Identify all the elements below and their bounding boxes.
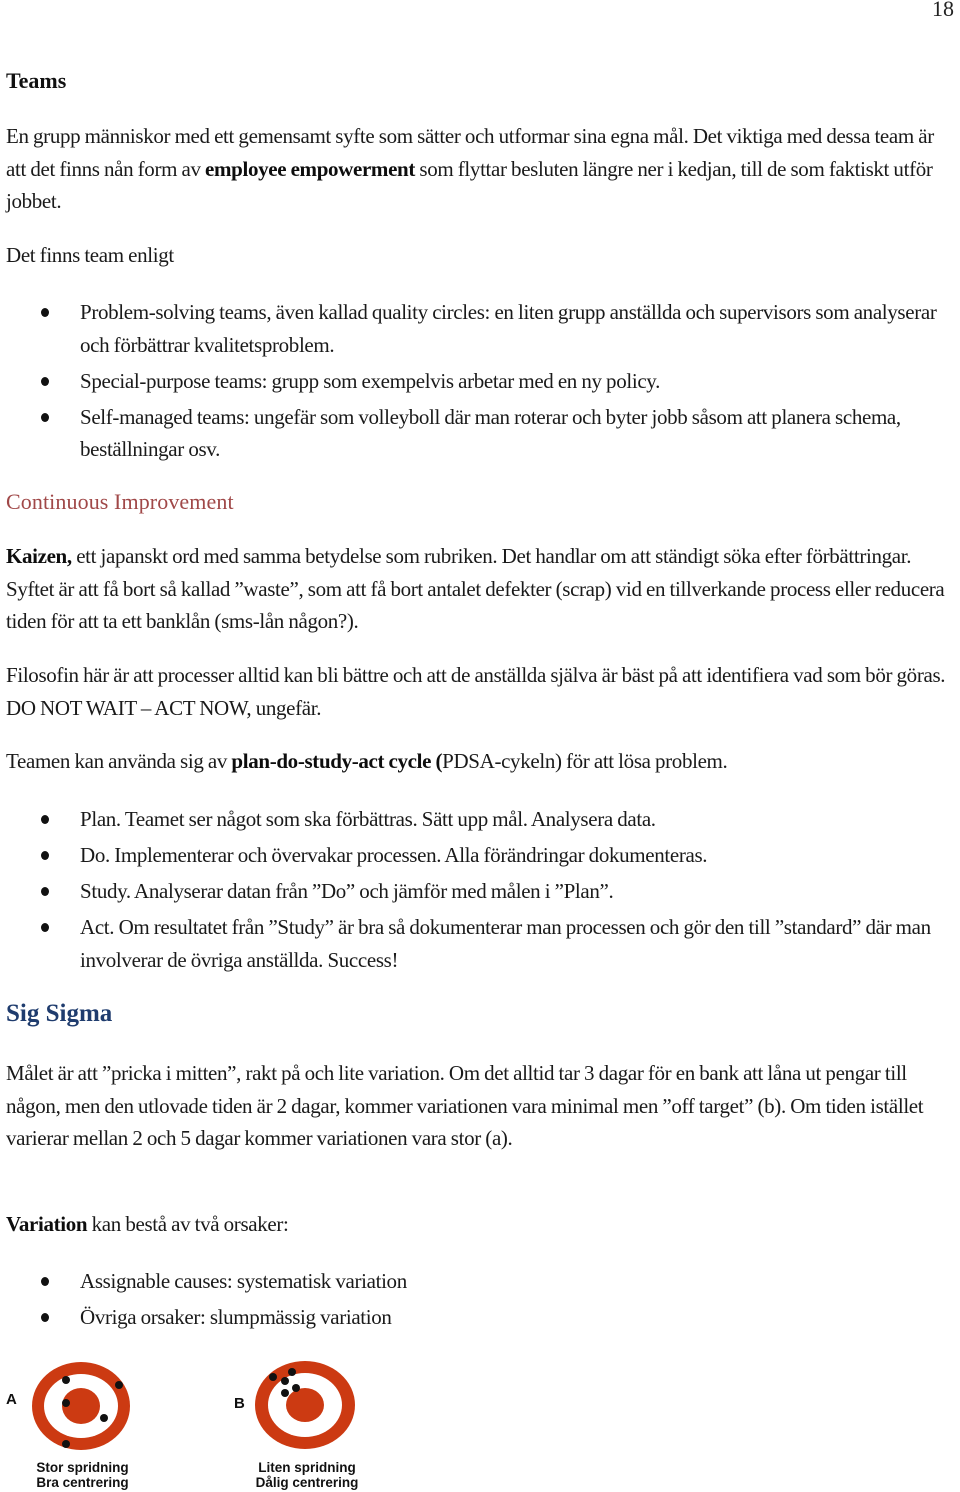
figure-b-caption: Liten spridning Dålig centrering [242,1460,372,1490]
list-item-text: Problem-solving teams, även kallad quali… [80,300,937,357]
six-sigma-heading: Sig Sigma [6,1000,113,1027]
list-item: Assignable causes: systematisk variation [0,1265,950,1298]
list-item: Act. Om resultatet från ”Study” är bra s… [0,911,950,976]
list-item-text: Self-managed teams: ungefär som volleybo… [80,404,901,462]
list-item: Plan. Teamet ser något som ska förbättra… [0,803,950,836]
bullet-icon [41,412,49,422]
list-item-text: Do. Implementerar och övervakar processe… [80,842,708,867]
shot-mark [288,1368,296,1376]
list-item-text: Study. Analyserar datan från ”Do” och jä… [80,878,614,903]
teams-heading: Teams [6,68,67,93]
shot-mark [62,1376,70,1384]
bullet-icon [41,815,49,824]
caption-line: Dålig centrering [255,1475,359,1490]
bullet-icon [41,308,49,317]
bullet-icon [41,922,49,932]
list-item-text: Assignable causes: systematisk variation [80,1269,407,1293]
bullet-icon [41,850,49,860]
continuous-improvement-heading: Continuous Improvement [6,489,234,514]
bullet-icon [41,376,49,386]
shot-mark [281,1389,289,1397]
shot-mark [281,1377,289,1385]
six-sigma-paragraph: Målet är att ”pricka i mitten”, rakt på … [6,1061,924,1151]
variation-term: Variation [6,1212,88,1236]
employee-empowerment-term: employee empowerment [205,156,416,181]
target-figure-b: B Liten spridning Dålig centrering [220,1355,380,1492]
list-item: Study. Analyserar datan från ”Do” och jä… [0,875,950,908]
pdsa-text-1: Teamen kan använda sig av [6,749,232,773]
team-types-list: Problem-solving teams, även kallad quali… [0,296,950,469]
list-item-text: Övriga orsaker: slumpmässig variation [80,1304,392,1329]
list-item: Self-managed teams: ungefär som volleybo… [0,401,950,466]
list-item-text: Plan. Teamet ser något som ska förbättra… [80,807,656,831]
kaizen-paragraph: Kaizen, ett japanskt ord med samma betyd… [6,540,956,638]
kaizen-term: Kaizen, [6,544,72,568]
bullet-icon [41,1312,49,1322]
teams-intro-paragraph: En grupp människor med ett gemensamt syf… [6,120,956,218]
pdsa-steps-list: Plan. Teamet ser något som ska förbättra… [0,803,950,980]
list-item-text: Special-purpose teams: grupp som exempel… [80,368,660,393]
shot-mark [100,1414,108,1422]
caption-line: Liten spridning [258,1460,356,1475]
list-item: Do. Implementerar och övervakar processe… [0,839,950,872]
kaizen-text: ett japanskt ord med samma betydelse som… [6,544,945,634]
pdsa-paragraph: Teamen kan använda sig av plan-do-study-… [6,745,956,778]
caption-line: Stor spridning [36,1460,129,1475]
variation-causes-list: Assignable causes: systematisk variation… [0,1265,950,1337]
caption-line: Bra centrering [36,1475,129,1490]
bullet-icon [41,1277,49,1286]
shot-mark [62,1440,70,1448]
shot-mark [269,1373,277,1381]
pdsa-text-2: PDSA-cykeln) för att lösa problem. [442,749,728,773]
pdsa-term: plan-do-study-act cycle ( [231,749,443,773]
page-number: 18 [932,0,954,21]
variation-paragraph: Variation kan bestå av två orsaker: [6,1208,956,1241]
list-item: Övriga orsaker: slumpmässig variation [0,1301,950,1334]
list-item: Special-purpose teams: grupp som exempel… [0,365,950,398]
philosophy-paragraph: Filosofin här är att processer alltid ka… [6,663,946,720]
figure-a-caption: Stor spridning Bra centrering [20,1460,145,1490]
team-types-intro: Det finns team enligt [6,243,174,267]
shot-mark [115,1381,123,1389]
target-figure-a: A Stor spridning Bra centrering [0,1355,160,1492]
target-a-icon [32,1362,130,1450]
shot-mark [292,1384,300,1392]
bullet-icon [41,886,49,896]
list-item: Problem-solving teams, även kallad quali… [0,296,950,361]
shot-mark [62,1399,70,1407]
target-bullseye [286,1388,324,1422]
target-b-icon [255,1361,355,1449]
variation-text: kan bestå av två orsaker: [87,1212,289,1236]
list-item-text: Act. Om resultatet från ”Study” är bra s… [80,914,931,972]
